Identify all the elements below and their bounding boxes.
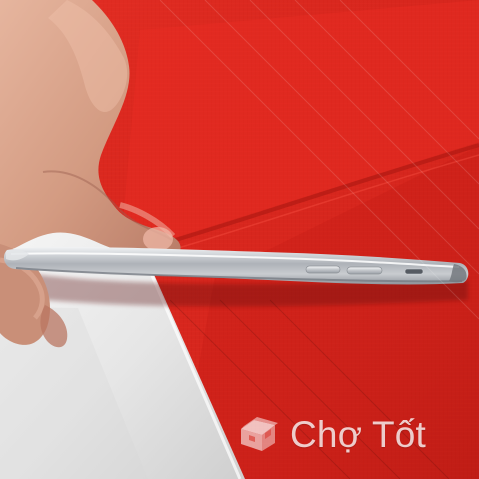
silent-switch: [404, 268, 424, 275]
watermark-text: Chợ Tốt: [290, 414, 427, 455]
volume-down-button: [346, 266, 383, 275]
watermark: Chợ Tốt: [236, 412, 426, 458]
cho-tot-logo-icon: [241, 417, 278, 451]
photo-scene: [0, 0, 479, 479]
fingernail: [143, 227, 173, 251]
volume-up-button: [305, 265, 341, 274]
photo: Chợ Tốt: [0, 0, 479, 479]
